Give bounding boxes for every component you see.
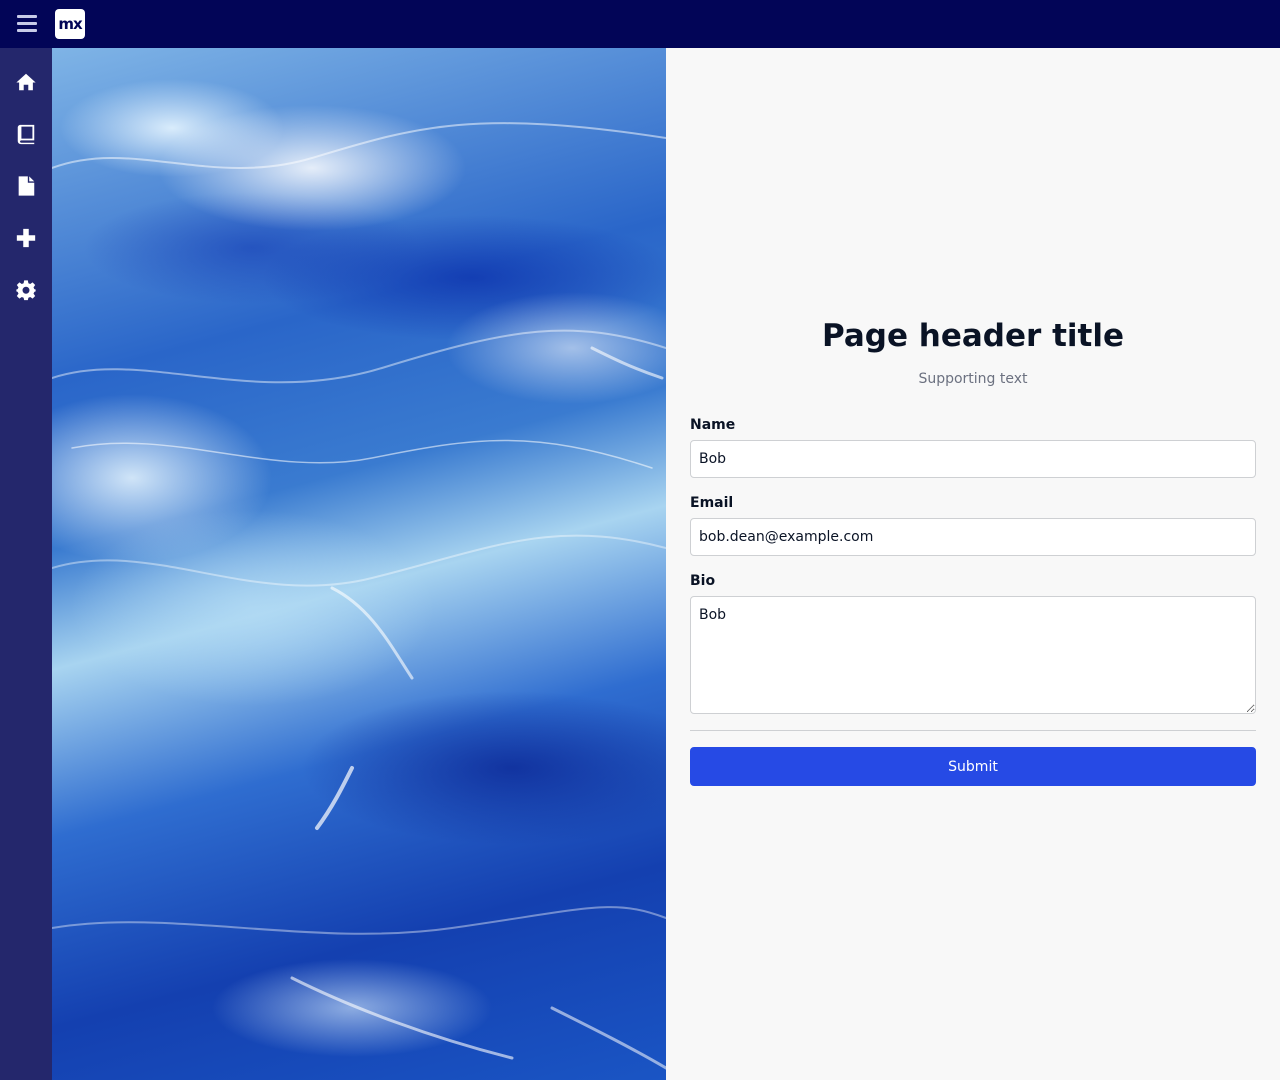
app-logo[interactable]: mx [55,9,85,39]
document-icon [18,176,35,196]
book-icon [17,124,35,145]
sidebar-item-add[interactable] [0,212,52,264]
sidebar-item-book[interactable] [0,108,52,160]
submit-button[interactable]: Submit [690,747,1256,786]
home-icon [16,73,36,91]
hero-ocean-image [52,48,666,1080]
bio-label: Bio [690,573,716,589]
ocean-wave-texture [52,122,666,1070]
name-label: Name [690,417,736,433]
supporting-text: Supporting text [918,371,1028,387]
email-label: Email [690,495,734,511]
main-content: Page header title Supporting text Name E… [666,48,1280,1080]
sidebar-item-settings[interactable] [0,264,52,316]
email-input[interactable] [690,518,1256,556]
page-title: Page header title [821,318,1125,354]
top-bar: mx [0,0,1280,48]
name-input[interactable] [690,440,1256,478]
bio-textarea[interactable]: Bob [690,596,1256,714]
plus-icon [16,228,36,248]
form-divider [690,730,1256,731]
sidebar-item-document[interactable] [0,160,52,212]
sidebar-item-home[interactable] [0,56,52,108]
sidebar [0,48,52,1080]
gear-icon [16,280,36,301]
hamburger-menu-icon[interactable] [13,12,41,36]
